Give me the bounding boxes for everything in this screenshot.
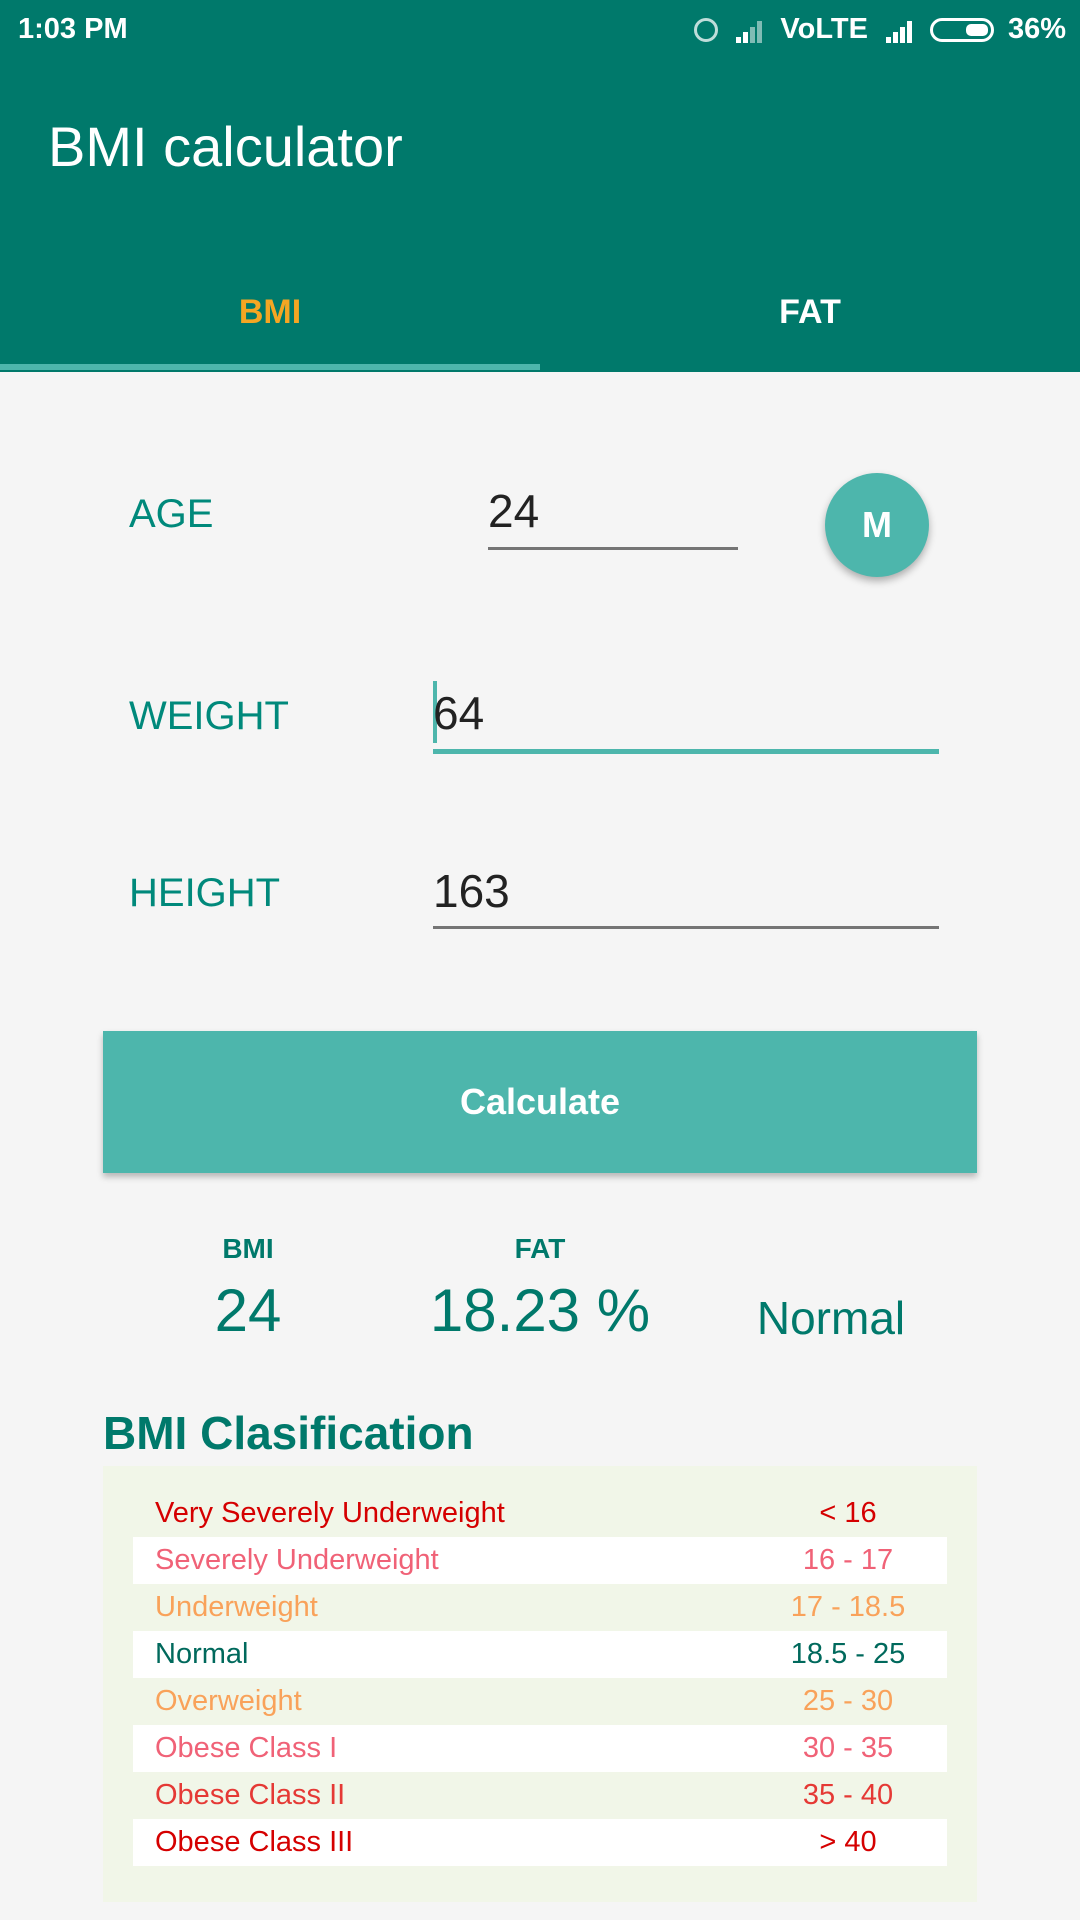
height-field[interactable]: 163 [433, 864, 510, 918]
classification-name: Very Severely Underweight [155, 1497, 505, 1529]
classification-range: 25 - 30 [802, 1685, 894, 1717]
status-time: 1:03 PM [18, 13, 128, 45]
fat-result-label: FAT [514, 1233, 566, 1264]
classification-row: Overweight 25 - 30 [133, 1678, 947, 1725]
tab-fat[interactable]: FAT [540, 272, 1080, 372]
classification-row: Underweight 17 - 18.5 [133, 1584, 947, 1631]
classification-range: 17 - 18.5 [790, 1591, 906, 1623]
classification-range: > 40 [819, 1826, 877, 1858]
bmi-result-label: BMI [222, 1233, 274, 1264]
status-icons: VoLTE 36% [694, 13, 1066, 46]
signal-icon [732, 17, 766, 43]
classification-range: 18.5 - 25 [790, 1638, 906, 1670]
classification-range: 35 - 40 [802, 1779, 894, 1811]
classification-name: Underweight [155, 1591, 318, 1623]
app-title: BMI calculator [48, 115, 403, 178]
age-label: AGE [129, 492, 214, 536]
fat-result-value: 18.23 % [429, 1277, 651, 1344]
classification-name: Obese Class II [155, 1779, 346, 1811]
tab-indicator [0, 364, 540, 370]
height-field-underline [433, 926, 939, 929]
weight-field[interactable]: 64 [433, 686, 484, 740]
height-label: HEIGHT [129, 871, 281, 915]
classification-name: Severely Underweight [155, 1544, 439, 1576]
bmi-result-value: 24 [214, 1277, 282, 1344]
app-bar: BMI calculator BMI FAT [0, 62, 1080, 372]
status-bar: 1:03 PM VoLTE 36% [0, 0, 1080, 62]
network-type: VoLTE [780, 13, 868, 45]
classification-row: Obese Class II 35 - 40 [133, 1772, 947, 1819]
battery-icon [929, 17, 994, 42]
gender-toggle-button[interactable]: M [825, 473, 929, 577]
battery-percent: 36% [1007, 13, 1066, 45]
weight-label: WEIGHT [129, 694, 289, 738]
classification-row: Obese Class I 30 - 35 [133, 1725, 947, 1772]
classification-title: BMI Clasification [103, 1407, 474, 1459]
bmi-status: Normal [756, 1292, 906, 1344]
classification-range: 16 - 17 [802, 1544, 894, 1576]
classification-name: Obese Class I [155, 1732, 338, 1764]
classification-row: Obese Class III > 40 [133, 1819, 947, 1866]
classification-row: Very Severely Underweight < 16 [133, 1490, 947, 1537]
age-field[interactable]: 24 [488, 484, 539, 538]
age-field-underline [488, 547, 738, 550]
hotspot-icon [694, 17, 719, 42]
classification-name: Obese Class III [155, 1826, 354, 1858]
classification-table: Very Severely Underweight < 16 Severely … [103, 1466, 977, 1902]
classification-range: 30 - 35 [802, 1732, 894, 1764]
classification-row: Severely Underweight 16 - 17 [133, 1537, 947, 1584]
signal-icon-2 [882, 17, 916, 43]
classification-name: Normal [155, 1638, 249, 1670]
classification-range: < 16 [819, 1497, 877, 1529]
calculate-button[interactable]: Calculate [103, 1031, 977, 1173]
classification-name: Overweight [155, 1685, 302, 1717]
tab-bmi[interactable]: BMI [0, 272, 540, 372]
classification-row: Normal 18.5 - 25 [133, 1631, 947, 1678]
weight-field-underline [433, 749, 939, 754]
